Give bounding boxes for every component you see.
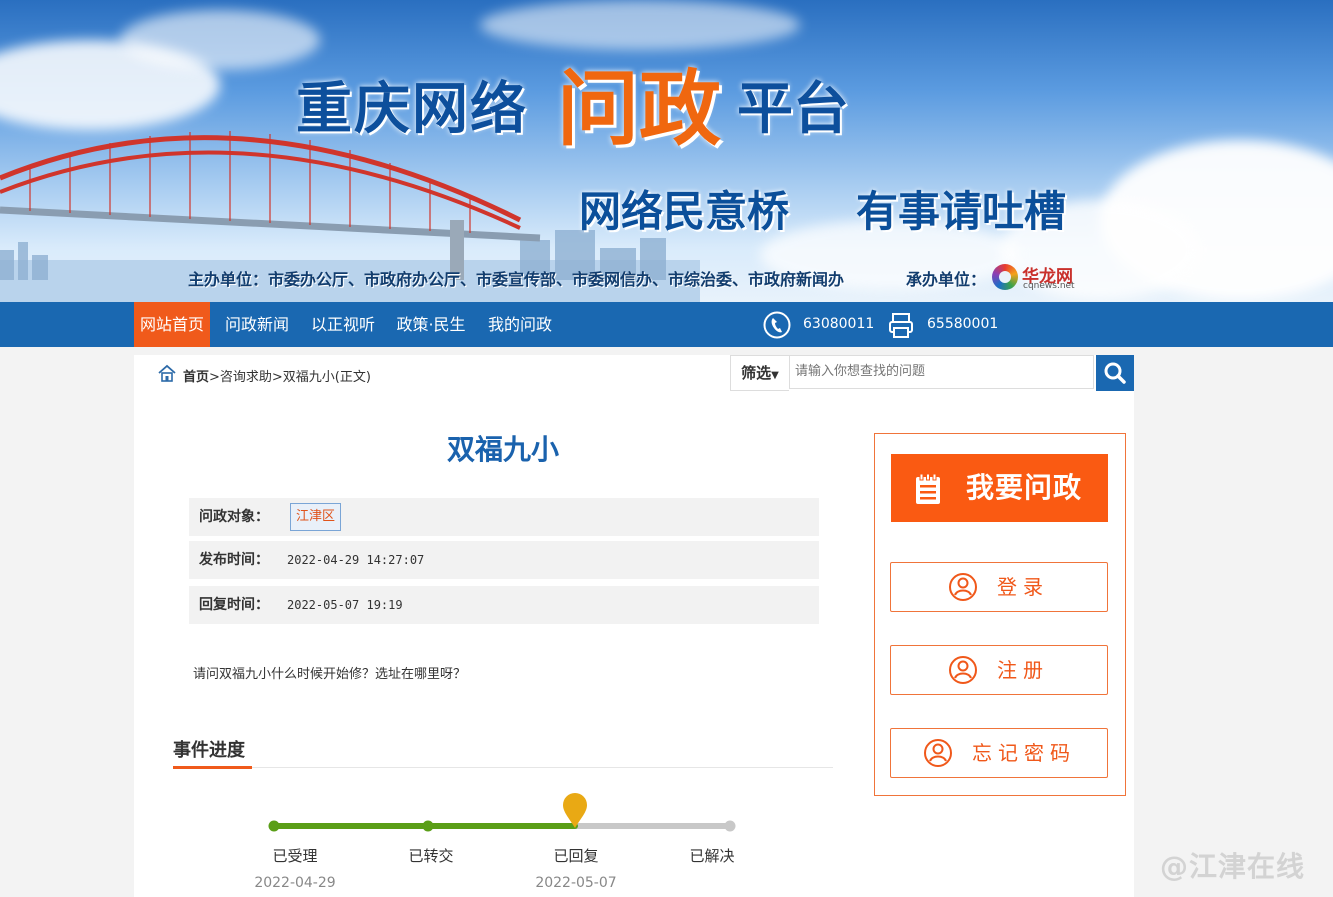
step-date-accepted: 2022-04-29 bbox=[254, 875, 336, 891]
search-input[interactable] bbox=[789, 355, 1094, 389]
progress-track bbox=[268, 793, 736, 832]
step-label-transferred: 已转交 bbox=[408, 847, 454, 865]
filter-dropdown[interactable]: 筛选▼ bbox=[730, 355, 789, 391]
step-label-accepted: 已受理 bbox=[272, 847, 318, 865]
register-label: 注册 bbox=[997, 658, 1049, 682]
banner-slogan-1: 网络民意桥 bbox=[579, 187, 790, 236]
ask-question-button[interactable]: 我要问政 bbox=[891, 454, 1108, 522]
info-row-published: 发布时间： 2022-04-29 14:27:07 bbox=[189, 541, 819, 579]
breadcrumb-path: >咨询求助>双福九小(正文) bbox=[209, 370, 371, 385]
target-label: 问政对象： bbox=[199, 509, 269, 525]
banner-title-suffix: 平台 bbox=[737, 77, 849, 142]
reply-time: 2022-05-07 19:19 bbox=[287, 598, 403, 612]
watermark: @江津在线 bbox=[1160, 850, 1306, 883]
banner-title: 重庆网络 bbox=[296, 77, 528, 142]
phone-number: 63080011 bbox=[803, 316, 875, 332]
progress-step-dot bbox=[724, 820, 736, 832]
step-label-replied: 已回复 bbox=[553, 847, 599, 865]
progress-step-dot bbox=[422, 820, 434, 832]
register-button[interactable]: 注册 bbox=[890, 645, 1108, 695]
notepad-icon bbox=[916, 473, 940, 504]
fax-number: 65580001 bbox=[927, 316, 999, 332]
search-button[interactable] bbox=[1096, 355, 1134, 391]
published-label: 发布时间： bbox=[199, 552, 269, 568]
breadcrumb-home[interactable]: 首页 bbox=[183, 370, 209, 385]
forgot-password-label: 忘记密码 bbox=[972, 741, 1076, 765]
user-icon bbox=[949, 656, 977, 684]
progress-section-title: 事件进度 bbox=[173, 740, 245, 761]
search-bar: 筛选▼ bbox=[730, 355, 1134, 391]
filter-label: 筛选 bbox=[741, 364, 772, 382]
organizer-label: 承办单位： bbox=[906, 270, 987, 289]
step-label-resolved: 已解决 bbox=[689, 847, 735, 865]
nav-item-mine[interactable]: 我的问政 bbox=[480, 302, 560, 347]
user-icon bbox=[924, 739, 952, 767]
search-icon bbox=[1104, 362, 1126, 384]
target-tag[interactable]: 江津区 bbox=[290, 503, 342, 531]
forgot-password-button[interactable]: 忘记密码 bbox=[890, 728, 1108, 778]
info-row-reply: 回复时间： 2022-05-07 19:19 bbox=[189, 586, 819, 624]
post-title: 双福九小 bbox=[446, 433, 559, 466]
host-units: 主办单位：市委办公厅、市政府办公厅、市委宣传部、市委网信办、市综治委、市政府新闻… bbox=[188, 270, 845, 289]
login-button[interactable]: 登录 bbox=[890, 562, 1108, 612]
section-title-underline bbox=[173, 766, 252, 769]
step-date-replied: 2022-05-07 bbox=[535, 875, 617, 891]
section-divider bbox=[173, 767, 833, 768]
user-icon bbox=[949, 573, 977, 601]
caret-down-icon: ▼ bbox=[771, 370, 779, 381]
login-label: 登录 bbox=[997, 575, 1049, 599]
reply-label: 回复时间： bbox=[199, 597, 269, 613]
nav-item-policy[interactable]: 政策·民生 bbox=[390, 302, 472, 347]
hualong-logo-domain: cqnews.net bbox=[1023, 281, 1075, 291]
home-icon[interactable] bbox=[158, 364, 176, 382]
info-row-target: 问政对象： 江津区 bbox=[189, 498, 819, 536]
post-content: 请问双福九小什么时候开始修？选址在哪里呀？ bbox=[193, 667, 467, 682]
published-time: 2022-04-29 14:27:07 bbox=[287, 553, 425, 567]
hualong-logo-icon bbox=[992, 264, 1018, 290]
nav-item-home[interactable]: 网站首页 bbox=[134, 302, 210, 347]
ask-question-label: 我要问政 bbox=[966, 471, 1083, 504]
progress-tracker: 已受理 已转交 已回复 已解决 2022-04-29 2022-05-07 bbox=[230, 790, 790, 897]
fax-icon bbox=[889, 313, 913, 338]
main-nav: 网站首页 问政新闻 以正视听 政策·民生 我的问政 63080011 65580… bbox=[0, 302, 1333, 347]
banner-title-highlight: 问政 bbox=[557, 62, 722, 157]
progress-step-dot bbox=[268, 820, 280, 832]
nav-item-rumor[interactable]: 以正视听 bbox=[304, 302, 382, 347]
phone-icon bbox=[763, 311, 791, 339]
banner-slogan-2: 有事请吐槽 bbox=[856, 187, 1067, 236]
current-step-marker-icon bbox=[563, 793, 587, 828]
hualong-logo[interactable]: 华龙网 cqnews.net bbox=[992, 262, 1082, 292]
nav-item-news[interactable]: 问政新闻 bbox=[218, 302, 296, 347]
header-banner: 重庆网络 问政 平台 网络民意桥 有事请吐槽 主办单位：市委办公厅、市政府办公厅… bbox=[0, 0, 1333, 302]
